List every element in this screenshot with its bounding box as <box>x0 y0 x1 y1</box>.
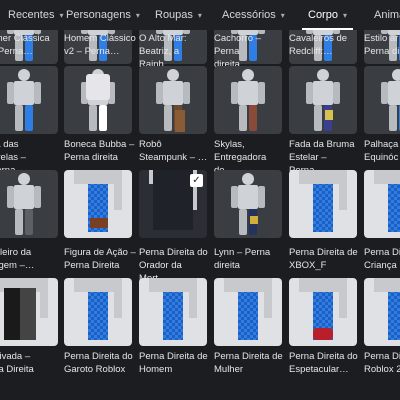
item-thumbnail-avatar[interactable] <box>289 66 357 134</box>
item-thumbnail-leg[interactable] <box>289 170 357 238</box>
tab-recentes[interactable]: Recentes ▾ <box>8 0 64 30</box>
tab-roupas[interactable]: Roupas ▾ <box>155 0 202 30</box>
chevron-down-icon: ▾ <box>342 10 347 20</box>
item-label: Perna Dir Criança <box>364 247 400 271</box>
item-label: Estilo ar Perna di <box>364 33 400 57</box>
selected-check-icon: ✓ <box>190 174 203 187</box>
item-thumbnail-leg[interactable] <box>0 278 58 346</box>
item-label: Palhaça Equinóc <box>364 139 399 163</box>
chevron-down-icon: ▾ <box>280 10 285 20</box>
item-thumbnail-avatar[interactable] <box>364 66 400 134</box>
tab-anima[interactable]: Anima <box>374 0 400 30</box>
item-thumbnail-leg[interactable] <box>289 278 357 346</box>
item-label: Perna Dir Roblox 2 <box>364 351 400 375</box>
tab-label: Personagens <box>66 9 131 21</box>
item-thumbnail-leg[interactable] <box>139 278 207 346</box>
item-thumbnail-leg[interactable]: ✓ <box>139 170 207 238</box>
item-thumbnail-avatar[interactable] <box>139 66 207 134</box>
tab-label: Anima <box>374 9 400 21</box>
item-thumbnail-leg[interactable] <box>364 278 400 346</box>
tab-personagens[interactable]: Personagens ▾ <box>66 0 140 30</box>
item-thumbnail-leg[interactable] <box>64 170 132 238</box>
item-label: Perna Direita do Garoto Roblox <box>64 351 133 375</box>
chevron-down-icon: ▾ <box>197 10 202 20</box>
item-thumbnail-leg[interactable] <box>214 278 282 346</box>
item-label: Perna Direita de Homem <box>139 351 208 375</box>
item-label: Robô Steampunk – … <box>139 139 208 163</box>
item-thumbnail-avatar[interactable] <box>214 170 282 238</box>
item-thumbnail-avatar[interactable] <box>0 66 58 134</box>
item-label: Boneca Bubba – Perna direita <box>64 139 135 163</box>
tab-label: Acessórios <box>222 9 276 21</box>
tab-acessrios[interactable]: Acessórios ▾ <box>222 0 285 30</box>
tab-label: Recentes <box>8 9 55 21</box>
item-label: Lynn – Perna direita <box>214 247 271 271</box>
category-tab-bar: Recentes ▾ Personagens ▾ Roupas ▾ Acessórios ▾ C… <box>0 0 400 30</box>
item-label: Perna Direita do Espetacular… <box>289 351 358 375</box>
item-thumbnail-avatar[interactable] <box>214 66 282 134</box>
item-label: Perna Direita de XBOX_F <box>289 247 358 271</box>
tab-label: Corpo <box>308 9 338 21</box>
item-grid: ulher Clássica – Perna… Homem Clássico v… <box>0 30 400 400</box>
item-label: valeiro da ragem –… <box>0 247 35 271</box>
tab-label: Roupas <box>155 9 193 21</box>
chevron-down-icon: ▾ <box>135 10 140 20</box>
item-label: Cavaleiros de Redcliff:… <box>289 33 348 57</box>
item-label: Perna Direita de Mulher <box>214 351 283 375</box>
item-label: Figura de Ação – Perna Direita <box>64 247 136 271</box>
item-thumbnail-leg[interactable] <box>64 278 132 346</box>
item-thumbnail-leg[interactable] <box>364 170 400 238</box>
item-thumbnail-avatar[interactable] <box>64 66 132 134</box>
tab-corpo[interactable]: Corpo ▾ <box>302 0 353 30</box>
chevron-down-icon: ▾ <box>59 10 64 20</box>
item-label: ulher Clássica – Perna… <box>0 33 50 57</box>
item-label: Privada – rna Direita <box>0 351 34 375</box>
item-thumbnail-avatar[interactable] <box>0 170 58 238</box>
item-label: Homem Clássico v2 – Perna… <box>64 33 136 57</box>
